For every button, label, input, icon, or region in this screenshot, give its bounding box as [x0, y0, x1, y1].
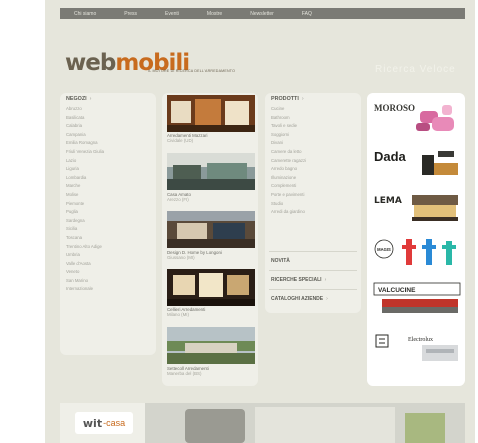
category-list-item[interactable]: Illuminazione: [271, 174, 306, 183]
bottom-banner[interactable]: wit -casa: [60, 403, 465, 443]
category-list-item[interactable]: Soggiorni: [271, 131, 306, 140]
brand-logo-dada: Dada: [374, 149, 407, 164]
category-list-item[interactable]: Camerette ragazzi: [271, 157, 306, 166]
link-novita[interactable]: NOVITÀ: [271, 258, 290, 264]
page: Chi siamo Press Eventi Mostre Newsletter…: [45, 0, 475, 443]
region-list-item[interactable]: Internazionale: [66, 285, 104, 294]
region-list-item[interactable]: San Marino: [66, 277, 104, 286]
region-list-item[interactable]: Friuli Venezia Giulia: [66, 148, 104, 157]
nav-link-faq[interactable]: FAQ: [288, 11, 326, 17]
showroom-photo-3[interactable]: [167, 211, 255, 248]
category-list-item[interactable]: Studio: [271, 200, 306, 209]
top-nav: Chi siamo Press Eventi Mostre Newsletter…: [60, 8, 465, 19]
region-list-item[interactable]: Liguria: [66, 165, 104, 174]
brand-tile-magis[interactable]: MAGIS: [372, 229, 462, 273]
showroom-caption-3[interactable]: Design D. Home by Longoni Giussano (MI): [167, 250, 222, 260]
region-list-item[interactable]: Toscana: [66, 234, 104, 243]
divider: [269, 270, 357, 271]
category-list-item[interactable]: Complementi: [271, 182, 306, 191]
showroom-caption-2[interactable]: Casa Amato Arezzo (FI): [167, 192, 191, 202]
category-list-item[interactable]: Porte e pavimenti: [271, 191, 306, 200]
region-list-item[interactable]: Basilicata: [66, 114, 104, 123]
negozi-panel: NEGOZI › Abruzzo Basilicata Calabria Campani…: [60, 93, 156, 355]
category-list-item[interactable]: Divani: [271, 139, 306, 148]
region-list-item[interactable]: Marche: [66, 182, 104, 191]
brand-tile-valcucine[interactable]: VALCUCINE: [372, 279, 462, 319]
negozi-title[interactable]: NEGOZI ›: [66, 96, 91, 102]
category-list-item[interactable]: Arredo bagno: [271, 165, 306, 174]
region-list-item[interactable]: Puglia: [66, 208, 104, 217]
region-list-item[interactable]: Sicilia: [66, 225, 104, 234]
region-list-item[interactable]: Umbria: [66, 251, 104, 260]
brand-logo-magis: MAGIS: [377, 247, 391, 252]
region-list-item[interactable]: Emilia Romagna: [66, 139, 104, 148]
region-list-item[interactable]: Lazio: [66, 157, 104, 166]
category-list-item[interactable]: Arredi da giardino: [271, 208, 306, 217]
brand-logo-lema: LEMA: [374, 196, 402, 206]
region-list-item[interactable]: Veneto: [66, 268, 104, 277]
showroom-photo-5[interactable]: [167, 327, 255, 364]
brand-logo-valcucine: VALCUCINE: [378, 287, 416, 294]
region-list-item[interactable]: Piemonte: [66, 200, 104, 209]
brand-tile-moroso[interactable]: MOROSO: [372, 97, 462, 137]
brand-tile-lema[interactable]: LEMA: [372, 185, 462, 225]
brand-tile-electrolux[interactable]: Electrolux: [372, 327, 462, 367]
nav-link-press[interactable]: Press: [110, 11, 151, 17]
brand-logo-moroso: MOROSO: [374, 103, 415, 113]
category-list-item[interactable]: Bathroom: [271, 114, 306, 123]
region-list-item[interactable]: Molise: [66, 191, 104, 200]
divider: [269, 289, 357, 290]
region-list-item[interactable]: Campania: [66, 131, 104, 140]
banner-photo: [145, 403, 465, 443]
link-ricerche-speciali[interactable]: RICERCHE SPECIALI ›: [271, 277, 326, 283]
category-list: Cucine Bathroom Tavoli e sedie Soggiorni Div…: [271, 105, 306, 217]
quick-search-label[interactable]: Ricerca Veloce: [375, 64, 456, 75]
prodotti-panel: PRODOTTI › Cucine Bathroom Tavoli e sedie So…: [265, 93, 361, 313]
category-list-item[interactable]: Tavoli e sedie: [271, 122, 306, 131]
nav-link-mostre[interactable]: Mostre: [193, 11, 236, 17]
region-list-item[interactable]: Lombardia: [66, 174, 104, 183]
category-list-item[interactable]: Camere da letto: [271, 148, 306, 157]
showroom-caption-5[interactable]: Settecoll Arredamenti Manerba del (BS): [167, 366, 209, 376]
site-tagline: IL MOTORE DI RICERCA DELL'ARREDAMENTO: [148, 69, 236, 73]
link-cataloghi-aziende[interactable]: CATALOGHI AZIENDE ›: [271, 296, 328, 302]
nav-link-newsletter[interactable]: Newsletter: [236, 11, 288, 17]
region-list-item[interactable]: Abruzzo: [66, 105, 104, 114]
logo-part-web: web: [65, 50, 116, 76]
brand-logo-electrolux: Electrolux: [408, 337, 433, 343]
showroom-photo-4[interactable]: [167, 269, 255, 306]
showroom-panel: Arredamenti Mazzari Cividale (UD) Casa Am…: [162, 93, 258, 386]
region-list: Abruzzo Basilicata Calabria Campania Emilia …: [66, 105, 104, 294]
nav-link-chi-siamo[interactable]: Chi siamo: [60, 11, 110, 17]
showroom-photo-2[interactable]: [167, 153, 255, 190]
nav-link-eventi[interactable]: Eventi: [151, 11, 193, 17]
showroom-photo-1[interactable]: [167, 95, 255, 132]
showroom-caption-4[interactable]: Cellieri Arredamenti Milano (MI): [167, 307, 205, 317]
prodotti-title[interactable]: PRODOTTI ›: [271, 96, 304, 102]
brands-panel: MOROSO Dada LEMA MAGIS VALCUCINE Electro…: [367, 93, 465, 386]
wit-casa-logo[interactable]: wit -casa: [75, 412, 133, 434]
region-list-item[interactable]: Valle d'Aosta: [66, 260, 104, 269]
category-list-item[interactable]: Cucine: [271, 105, 306, 114]
divider: [269, 251, 357, 252]
brand-tile-dada[interactable]: Dada: [372, 141, 462, 181]
region-list-item[interactable]: Sardegna: [66, 217, 104, 226]
showroom-caption-1[interactable]: Arredamenti Mazzari Cividale (UD): [167, 133, 208, 143]
region-list-item[interactable]: Calabria: [66, 122, 104, 131]
region-list-item[interactable]: Trentino Alto Adige: [66, 243, 104, 252]
